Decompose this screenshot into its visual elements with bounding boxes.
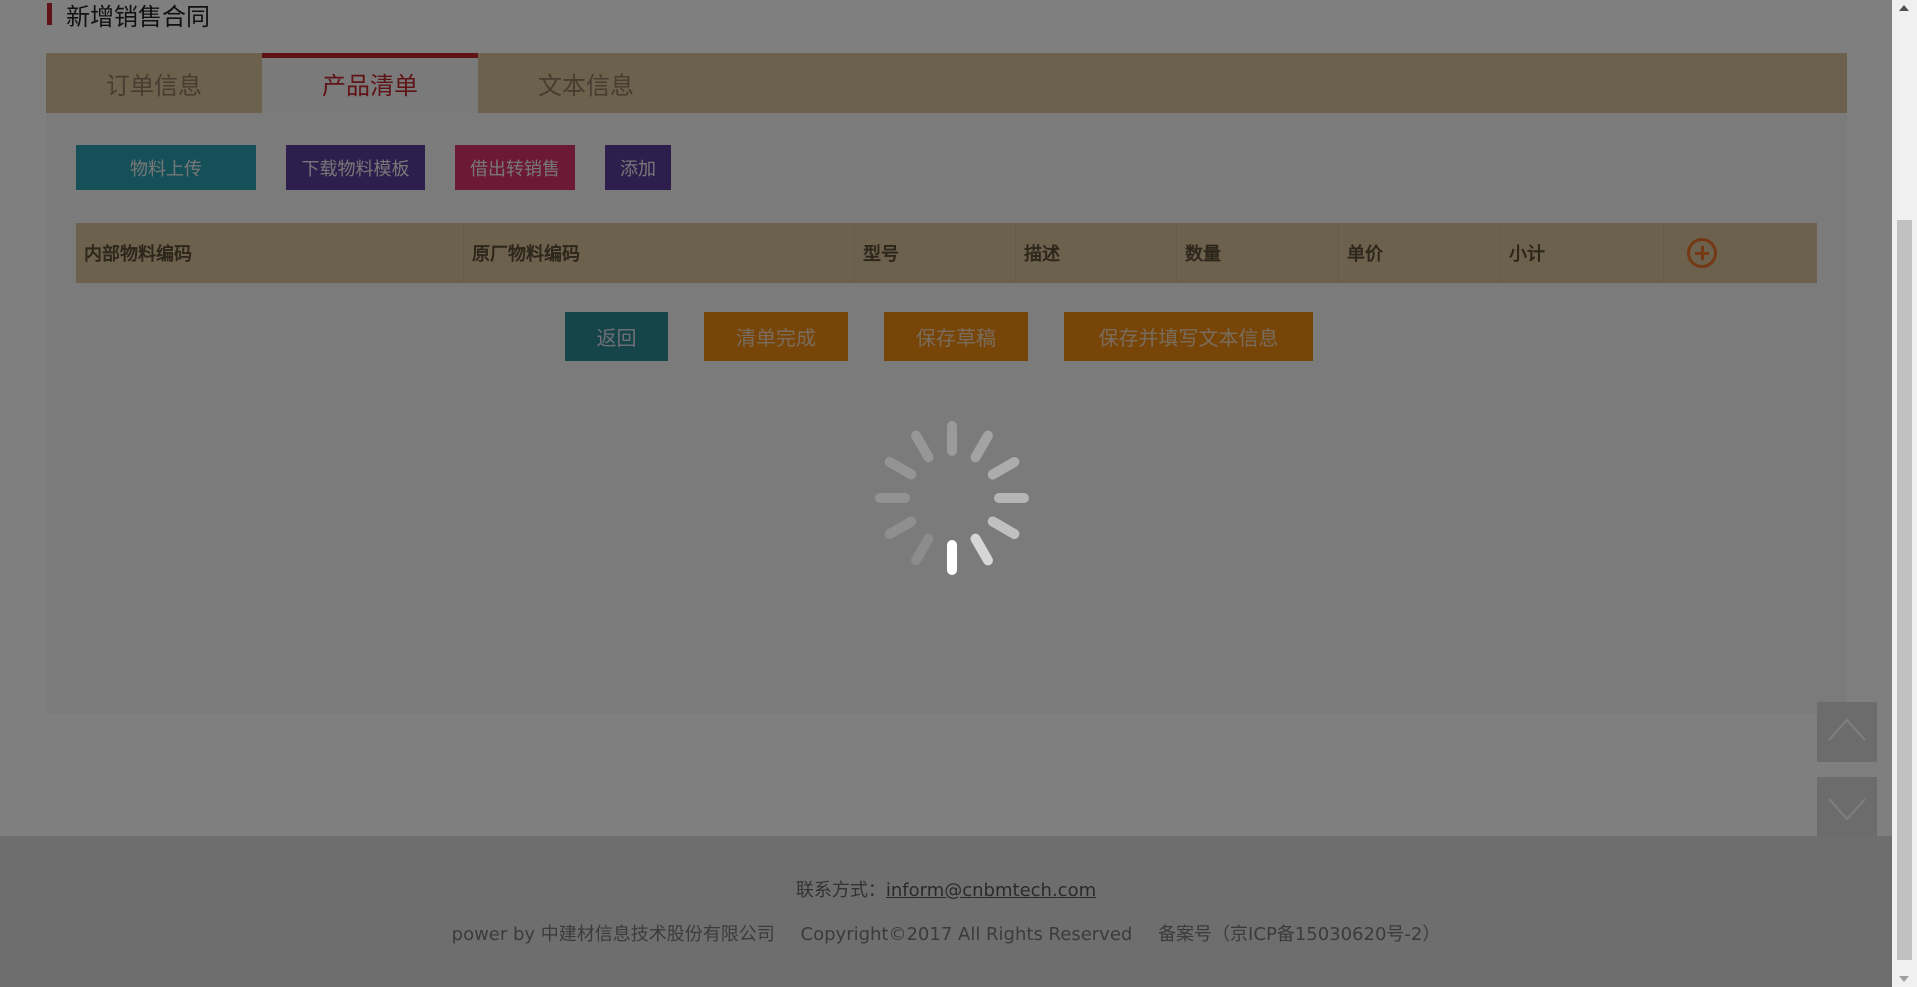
page: 新增销售合同 订单信息 产品清单 文本信息 物料上传 下载物料模板 借出转销售 … xyxy=(0,0,1892,987)
scrollbar-thumb[interactable] xyxy=(1897,220,1912,960)
vertical-scrollbar[interactable] xyxy=(1892,0,1917,987)
scroll-arrow-up-icon[interactable] xyxy=(1899,5,1909,11)
scroll-arrow-down-icon[interactable] xyxy=(1899,976,1909,982)
loading-spinner-icon xyxy=(875,421,1029,575)
loading-overlay xyxy=(0,0,1892,987)
